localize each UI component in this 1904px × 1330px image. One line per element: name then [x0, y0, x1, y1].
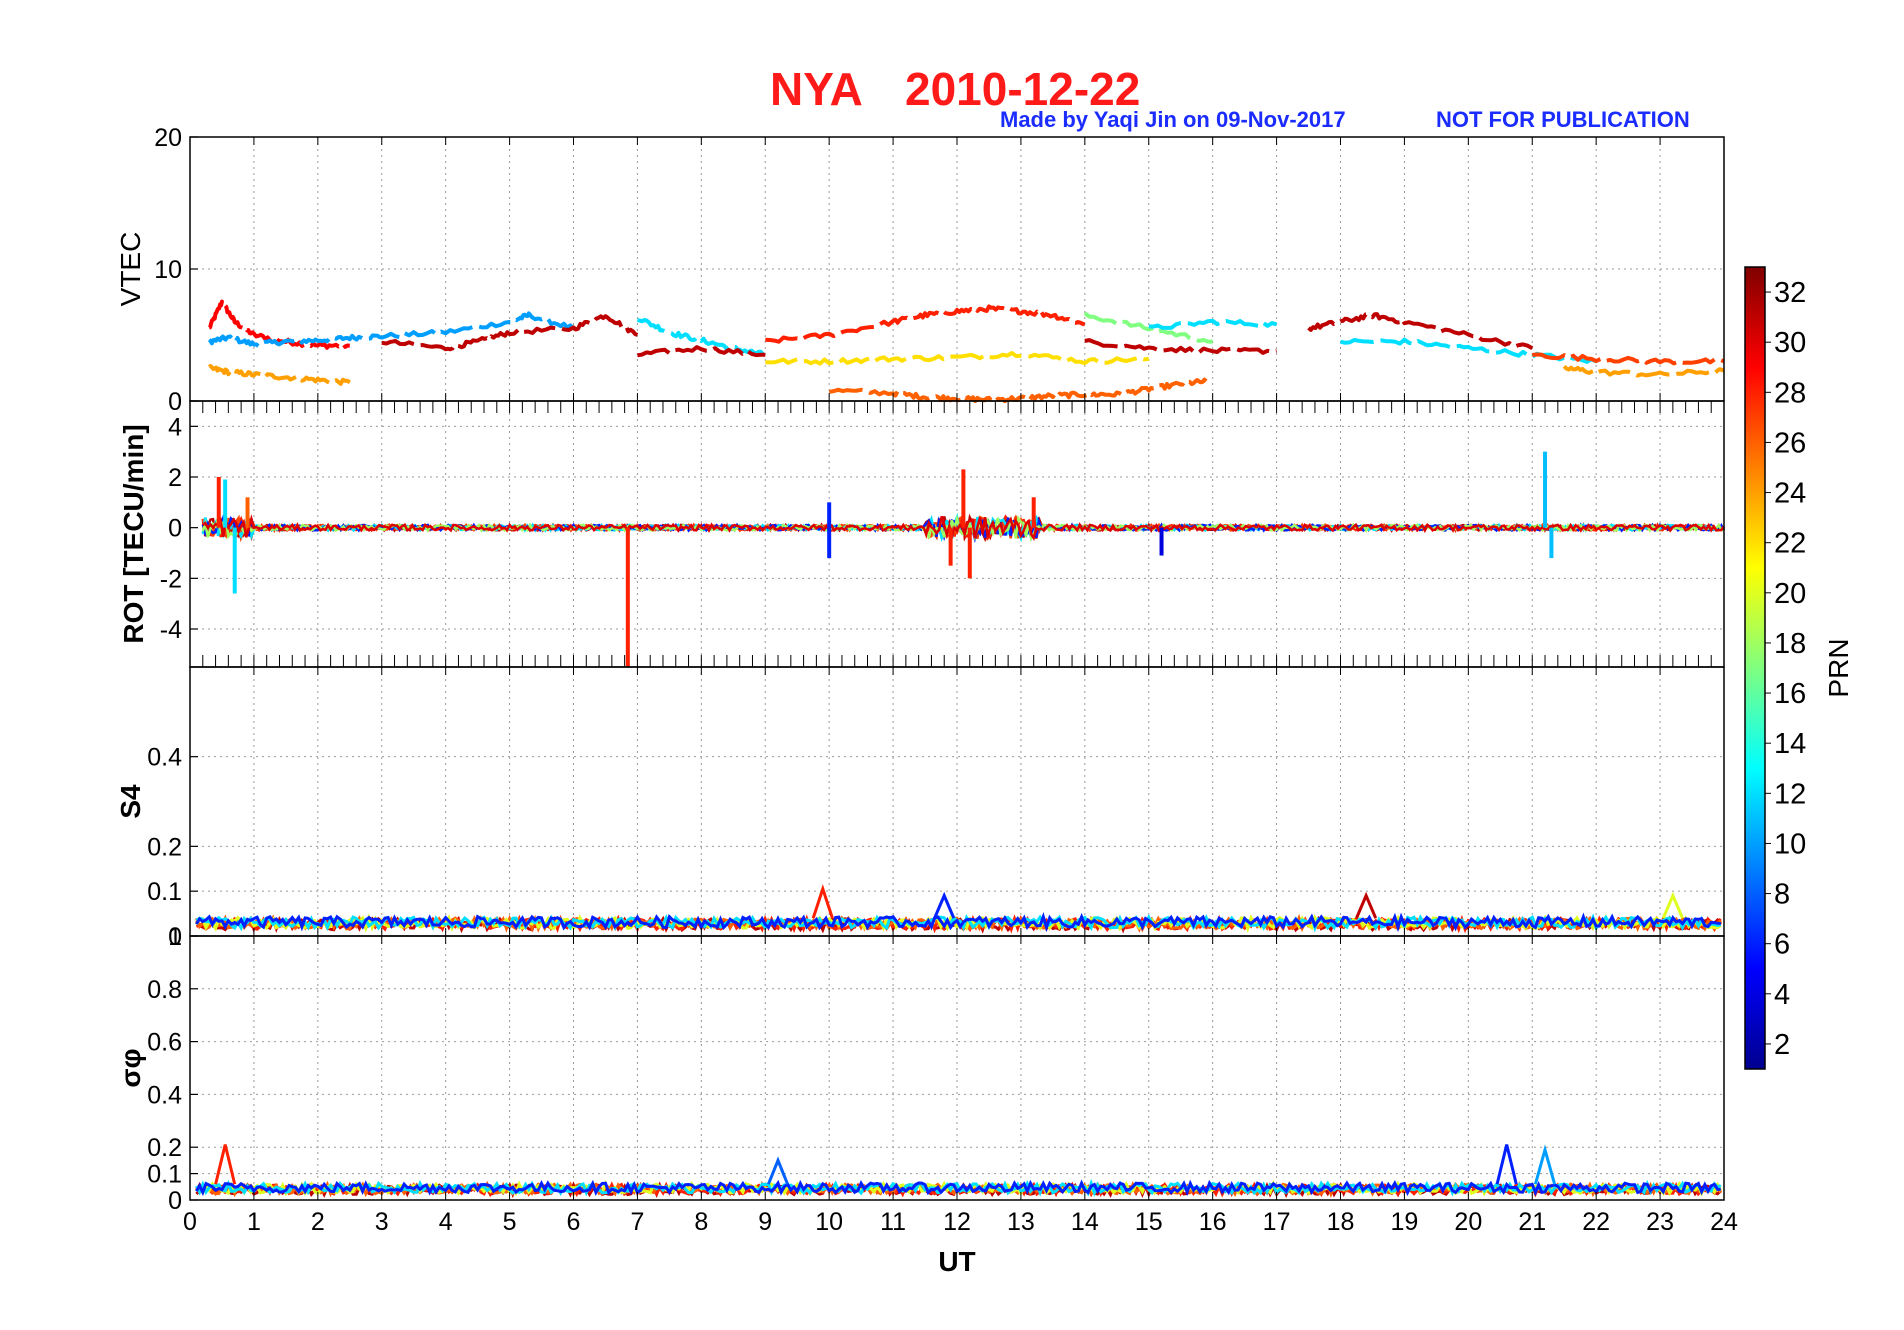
y-tick-label: 4: [168, 413, 182, 441]
colorbar-tick-label: 26: [1774, 427, 1806, 459]
x-tick-label: 9: [758, 1208, 772, 1236]
y-tick-label: 0.6: [147, 1029, 182, 1057]
y-tick-label: 0.2: [147, 833, 182, 861]
colorbar-tick-label: 4: [1774, 979, 1790, 1011]
x-tick-label: 20: [1454, 1208, 1482, 1236]
panel-rot: -4 -2 0 2 4 ROT [TECU/min]: [118, 400, 1726, 668]
x-tick-label: 2: [311, 1208, 325, 1236]
data-layer: [201, 451, 1726, 667]
x-tick-label: 10: [815, 1208, 843, 1236]
data-layer: [207, 299, 1725, 404]
credit-made-by: Made by Yaqi Jin on 09-Nov-2017: [1000, 107, 1346, 132]
colorbar-tick-label: 2: [1774, 1029, 1790, 1061]
x-tick-label: 13: [1007, 1208, 1035, 1236]
x-tick-label: 4: [439, 1208, 453, 1236]
x-tick-label: 6: [567, 1208, 581, 1236]
y-tick-label: 0.4: [147, 744, 182, 772]
series-line-prn-28: [765, 304, 1086, 344]
y-axis-label: σφ: [115, 1048, 146, 1087]
colorbar-tick-label: 18: [1774, 628, 1806, 660]
x-tick-label: 16: [1199, 1208, 1227, 1236]
colorbar-tick-label: 6: [1774, 929, 1790, 961]
x-tick-label: 3: [375, 1208, 389, 1236]
index-peak-prn-10: [1533, 1144, 1557, 1185]
colorbar-tick-label: 8: [1774, 879, 1790, 911]
x-tick-label: 14: [1071, 1208, 1099, 1236]
index-peak-prn-20: [1661, 891, 1684, 919]
index-peak-prn-28: [214, 1144, 237, 1185]
x-tick-label: 7: [630, 1208, 644, 1236]
x-tick-label: 11: [880, 1208, 906, 1236]
y-tick-label: 0.4: [147, 1081, 182, 1109]
colorbar: 2468101214161820222426283032 PRN: [1744, 266, 1854, 1070]
colorbar-tick-label: 32: [1774, 277, 1806, 309]
x-axis-label: UT: [938, 1246, 975, 1277]
panel-s4: 00.10.20.4S4: [115, 666, 1725, 951]
index-peak-prn-31: [1355, 891, 1378, 919]
panel-vtec: 0 10 20 VTEC: [115, 124, 1725, 416]
series-line-prn-26: [828, 377, 1208, 404]
colorbar-tick-label: 30: [1774, 327, 1806, 359]
data-layer: [195, 1144, 1723, 1199]
x-tick-label: 8: [694, 1208, 708, 1236]
colorbar-tick-label: 12: [1774, 778, 1806, 810]
x-tick-label: 22: [1582, 1208, 1610, 1236]
colorbar-tick-label: 14: [1774, 728, 1806, 760]
y-tick-label: 20: [154, 124, 182, 152]
figure: NYA 2010-12-22 Made by Yaqi Jin on 09-No…: [115, 63, 1854, 1277]
series-line-prn-27: [1532, 352, 1725, 366]
index-peak-prn-6: [1495, 1144, 1518, 1185]
colorbar-tick-label: 24: [1774, 478, 1806, 510]
x-tick-label: 12: [943, 1208, 971, 1236]
y-tick-label: -2: [160, 565, 182, 593]
y-tick-label: 0.1: [147, 1161, 182, 1189]
colorbar-tick-label: 16: [1774, 678, 1806, 710]
colorbar-ramp: [1744, 266, 1766, 1070]
colorbar-ticks: 2468101214161820222426283032: [1765, 277, 1806, 1061]
colorbar-label: PRN: [1823, 638, 1854, 697]
title-station: NYA: [770, 63, 863, 115]
series-line-prn-24: [207, 364, 351, 386]
x-tick-label: 1: [247, 1208, 261, 1236]
index-peak-prn-6: [933, 891, 956, 919]
y-axis-label: S4: [115, 784, 146, 819]
y-tick-label: 0: [168, 1187, 182, 1215]
index-peak-prn-28: [811, 884, 834, 919]
y-tick-label: 0.2: [147, 1134, 182, 1162]
y-tick-label: -4: [160, 616, 182, 644]
y-tick-label: 0.8: [147, 976, 182, 1004]
y-axis-label: ROT [TECU/min]: [118, 424, 149, 643]
panels: 01020VTEC-4-2024ROT [TECU/min]00.10.20.4…: [115, 124, 1738, 1236]
x-tick-label: 5: [503, 1208, 517, 1236]
series-line-prn-24: [1562, 364, 1725, 378]
credit-notice: NOT FOR PUBLICATION: [1436, 107, 1690, 132]
y-tick-label: 1: [168, 923, 182, 951]
x-tick-label: 19: [1391, 1208, 1419, 1236]
colorbar-tick-label: 10: [1774, 828, 1806, 860]
colorbar-tick-label: 20: [1774, 578, 1806, 610]
series-line-prn-31: [1084, 338, 1278, 355]
x-tick-label: 21: [1518, 1208, 1546, 1236]
x-tick-label: 24: [1710, 1208, 1738, 1236]
panel-sigma-phi: 00.10.20.40.60.81σφ0 1 2 3 4 5 6 7 8 9 10 11 12 13 14 1…: [115, 923, 1738, 1236]
colorbar-tick-label: 22: [1774, 528, 1806, 560]
y-tick-label: 10: [154, 256, 182, 284]
x-tick-label: 17: [1263, 1208, 1291, 1236]
y-tick-label: 2: [168, 464, 182, 492]
x-tick-label: 23: [1646, 1208, 1674, 1236]
y-tick-label: 0.1: [147, 878, 182, 906]
data-layer: [195, 884, 1722, 934]
x-tick-label: 18: [1327, 1208, 1355, 1236]
x-tick-label: 0: [183, 1208, 197, 1236]
y-axis-label: VTEC: [115, 232, 146, 307]
colorbar-tick-label: 28: [1774, 377, 1806, 409]
x-tick-label: 15: [1135, 1208, 1163, 1236]
y-tick-label: 0: [168, 388, 182, 416]
y-tick-label: 0: [168, 515, 182, 543]
